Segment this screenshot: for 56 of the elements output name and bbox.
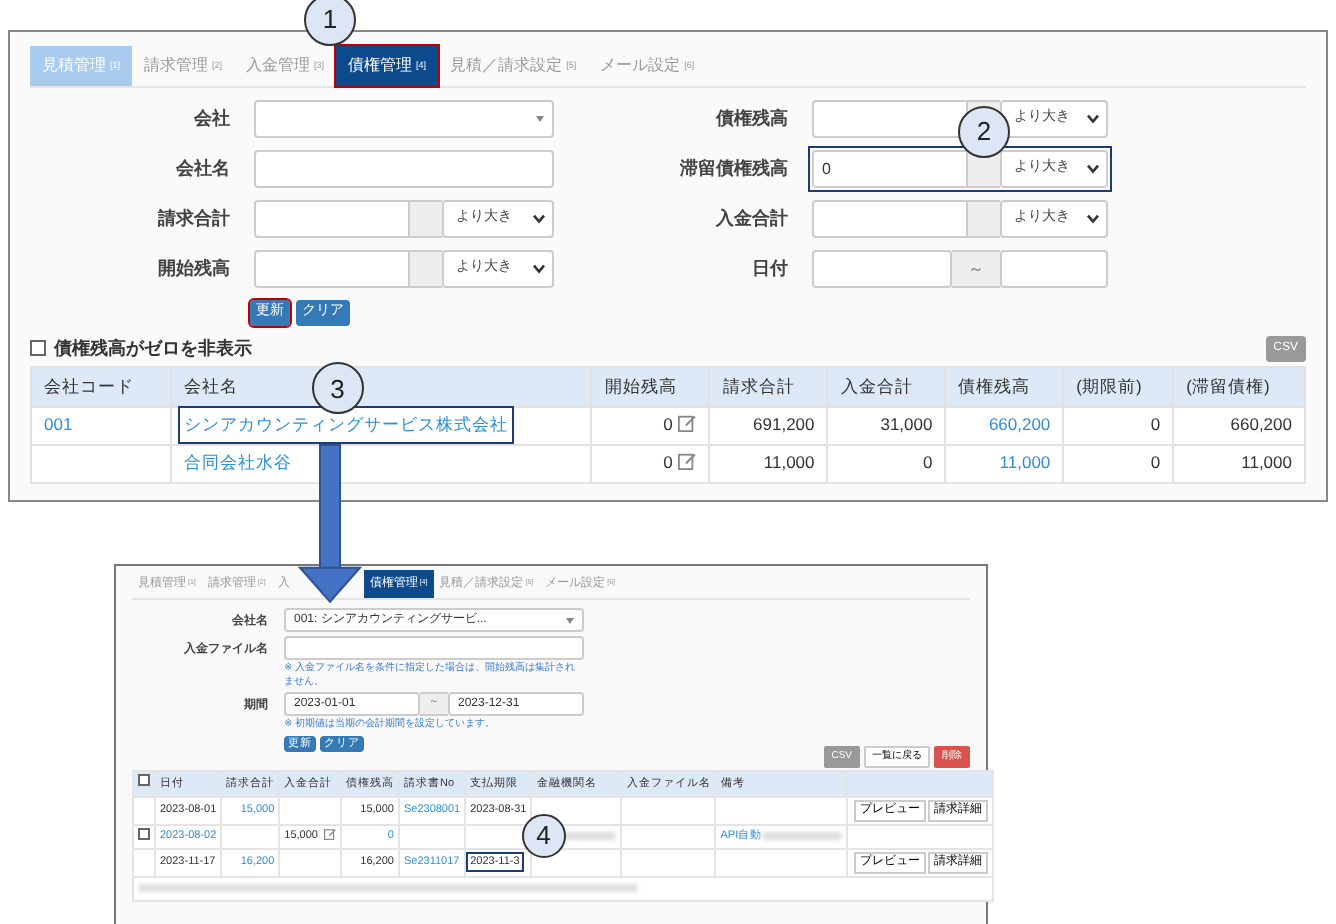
table-cell: 660,200 [1230, 414, 1292, 435]
table-cell: 0 [663, 414, 673, 435]
amount-field[interactable]: 0 [812, 150, 968, 188]
chevron-icon [1086, 214, 1100, 224]
amount-field[interactable] [812, 100, 968, 138]
table-cell: 691,200 [753, 414, 815, 435]
table-link[interactable]: 001 [44, 414, 73, 435]
table-cell: 11,000 [763, 452, 815, 473]
company-select[interactable] [254, 100, 554, 138]
column-header: (滞留債権) [1173, 367, 1305, 407]
addon-box [968, 200, 1000, 238]
checkbox-label: 債権残高がゼロを非表示 [54, 335, 252, 362]
chevron-icon [532, 214, 546, 224]
amount-field[interactable] [254, 200, 410, 238]
date-field[interactable] [1000, 250, 1108, 288]
checkbox[interactable] [138, 774, 150, 787]
table-cell: 31,000 [880, 414, 933, 435]
field-label: 入金合計 [713, 205, 788, 232]
range-separator: ～ [952, 250, 1000, 288]
column-header: 請求合計 [709, 367, 828, 407]
file-name-field[interactable] [284, 636, 584, 660]
table-cell: 0 [1150, 452, 1161, 473]
column-header: 開始残高 [591, 367, 710, 407]
chevron-icon [1086, 164, 1100, 174]
table-cell: 11,000 [1241, 452, 1292, 473]
column-header: 会社コード [31, 367, 171, 407]
field-label: 開始残高 [156, 255, 230, 282]
field-label: 滞留債権残高 [678, 155, 788, 182]
text-field[interactable] [254, 150, 554, 188]
chevron-icon [1086, 114, 1100, 124]
addon-box [410, 200, 442, 238]
callout-badge: 1 [304, 0, 357, 46]
field-label: 会社 [192, 105, 230, 132]
date-field[interactable] [812, 250, 952, 288]
field-label: 日付 [750, 255, 788, 282]
table-cell: 0 [1150, 414, 1161, 435]
checkbox[interactable] [30, 340, 46, 357]
amount-field[interactable] [812, 200, 968, 238]
checkbox[interactable] [138, 827, 150, 839]
column-header: 入金合計 [827, 367, 946, 407]
addon-box [410, 250, 442, 288]
amount-field[interactable] [254, 250, 410, 288]
field-label: 会社名 [174, 155, 230, 182]
edit-icon[interactable] [678, 414, 697, 433]
table-cell: 0 [922, 452, 933, 473]
chevron-icon [532, 264, 546, 274]
edit-icon[interactable] [323, 828, 336, 840]
caret-icon [566, 617, 574, 623]
table-cell: 0 [663, 452, 673, 473]
column-header: (期限前) [1063, 367, 1174, 407]
caret-icon [536, 116, 544, 122]
field-label: 債権残高 [713, 105, 788, 132]
edit-icon[interactable] [678, 452, 697, 471]
table-link[interactable]: 合同会社水谷 [183, 452, 292, 473]
column-header: 債権残高 [945, 367, 1064, 407]
field-label: 請求合計 [156, 205, 230, 232]
